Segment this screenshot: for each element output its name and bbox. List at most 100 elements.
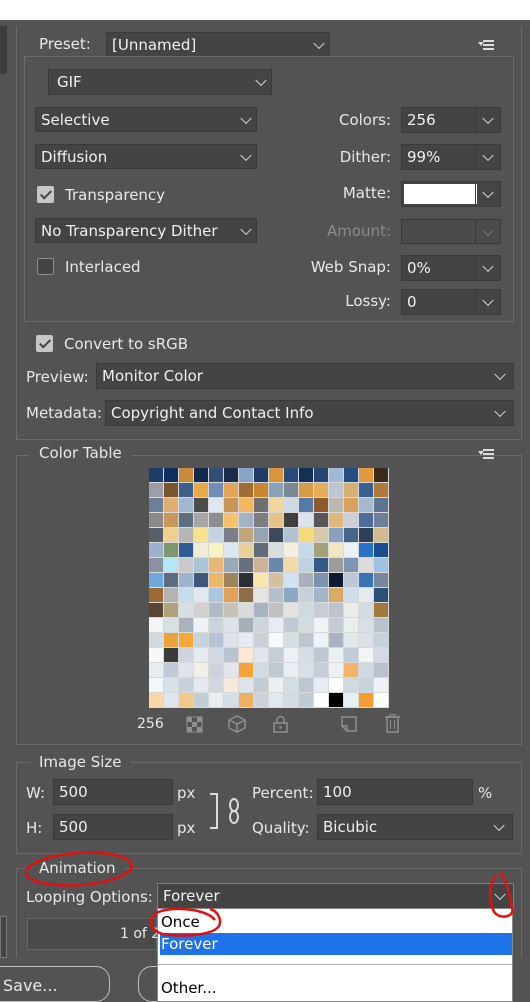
color-swatch[interactable] [344,573,359,588]
color-swatch[interactable] [284,648,299,663]
color-swatch[interactable] [344,483,359,498]
color-swatch[interactable] [314,468,329,483]
color-swatch[interactable] [359,483,374,498]
color-swatch[interactable] [284,483,299,498]
save-button[interactable]: Save... [0,966,110,1002]
color-swatch[interactable] [239,633,254,648]
color-swatch[interactable] [269,543,284,558]
color-swatch[interactable] [269,573,284,588]
color-swatch[interactable] [179,603,194,618]
color-swatch[interactable] [374,528,389,543]
color-swatch[interactable] [149,693,164,708]
color-swatch[interactable] [164,558,179,573]
color-swatch[interactable] [224,558,239,573]
color-swatch[interactable] [329,663,344,678]
color-swatch[interactable] [224,498,239,513]
color-swatch[interactable] [209,483,224,498]
color-swatch[interactable] [314,558,329,573]
color-swatch[interactable] [239,558,254,573]
color-table-menu-icon[interactable] [478,449,494,459]
color-swatch[interactable] [209,528,224,543]
color-swatch[interactable] [284,633,299,648]
option-other[interactable]: Other... [160,977,512,999]
color-swatch[interactable] [224,663,239,678]
color-swatch[interactable] [374,573,389,588]
color-swatch[interactable] [299,588,314,603]
color-swatch[interactable] [359,468,374,483]
color-swatch[interactable] [209,678,224,693]
color-swatch[interactable] [254,513,269,528]
color-swatch[interactable] [179,633,194,648]
color-swatch[interactable] [284,663,299,678]
color-swatch[interactable] [164,543,179,558]
color-swatch[interactable] [344,678,359,693]
color-swatch[interactable] [329,618,344,633]
color-swatch[interactable] [224,603,239,618]
color-swatch[interactable] [224,573,239,588]
color-swatch[interactable] [359,588,374,603]
color-swatch[interactable] [314,678,329,693]
option-once[interactable]: Once [160,911,512,933]
color-swatch[interactable] [269,603,284,618]
color-table-grid[interactable] [149,468,389,708]
color-swatch[interactable] [269,678,284,693]
color-swatch[interactable] [209,633,224,648]
color-swatch[interactable] [254,678,269,693]
color-swatch[interactable] [299,558,314,573]
color-swatch[interactable] [194,618,209,633]
color-swatch[interactable] [209,513,224,528]
color-swatch[interactable] [374,513,389,528]
color-swatch[interactable] [314,573,329,588]
color-swatch[interactable] [359,693,374,708]
color-swatch[interactable] [329,543,344,558]
color-swatch[interactable] [314,528,329,543]
looping-options-dropdown[interactable]: Forever [157,883,514,909]
color-swatch[interactable] [254,603,269,618]
color-swatch[interactable] [239,573,254,588]
color-swatch[interactable] [359,618,374,633]
color-swatch[interactable] [239,528,254,543]
color-swatch[interactable] [299,498,314,513]
color-swatch[interactable] [239,603,254,618]
color-swatch[interactable] [314,603,329,618]
color-swatch[interactable] [194,498,209,513]
color-swatch[interactable] [224,648,239,663]
lock-icon[interactable] [272,715,289,737]
color-swatch[interactable] [329,588,344,603]
color-swatch[interactable] [164,528,179,543]
color-swatch[interactable] [314,663,329,678]
color-swatch[interactable] [329,678,344,693]
color-swatch[interactable] [179,483,194,498]
color-swatch[interactable] [239,498,254,513]
color-swatch[interactable] [209,588,224,603]
color-swatch[interactable] [239,543,254,558]
color-swatch[interactable] [149,483,164,498]
color-swatch[interactable] [209,618,224,633]
color-swatch[interactable] [179,588,194,603]
color-swatch[interactable] [344,528,359,543]
color-swatch[interactable] [164,498,179,513]
color-swatch[interactable] [374,678,389,693]
frame-navigation[interactable]: 1 of 2 [27,918,160,950]
color-swatch[interactable] [239,663,254,678]
color-swatch[interactable] [269,648,284,663]
color-swatch[interactable] [314,618,329,633]
color-swatch[interactable] [164,633,179,648]
color-swatch[interactable] [194,603,209,618]
color-swatch[interactable] [299,543,314,558]
color-swatch[interactable] [149,513,164,528]
color-swatch[interactable] [299,678,314,693]
color-swatch[interactable] [344,543,359,558]
color-swatch[interactable] [239,618,254,633]
color-swatch[interactable] [344,468,359,483]
color-swatch[interactable] [194,483,209,498]
option-forever[interactable]: Forever [160,933,512,955]
color-swatch[interactable] [194,663,209,678]
color-swatch[interactable] [344,693,359,708]
color-swatch[interactable] [149,678,164,693]
color-swatch[interactable] [149,498,164,513]
color-swatch[interactable] [164,648,179,663]
color-swatch[interactable] [149,603,164,618]
height-input[interactable]: 500 [53,814,173,840]
color-swatch[interactable] [164,513,179,528]
